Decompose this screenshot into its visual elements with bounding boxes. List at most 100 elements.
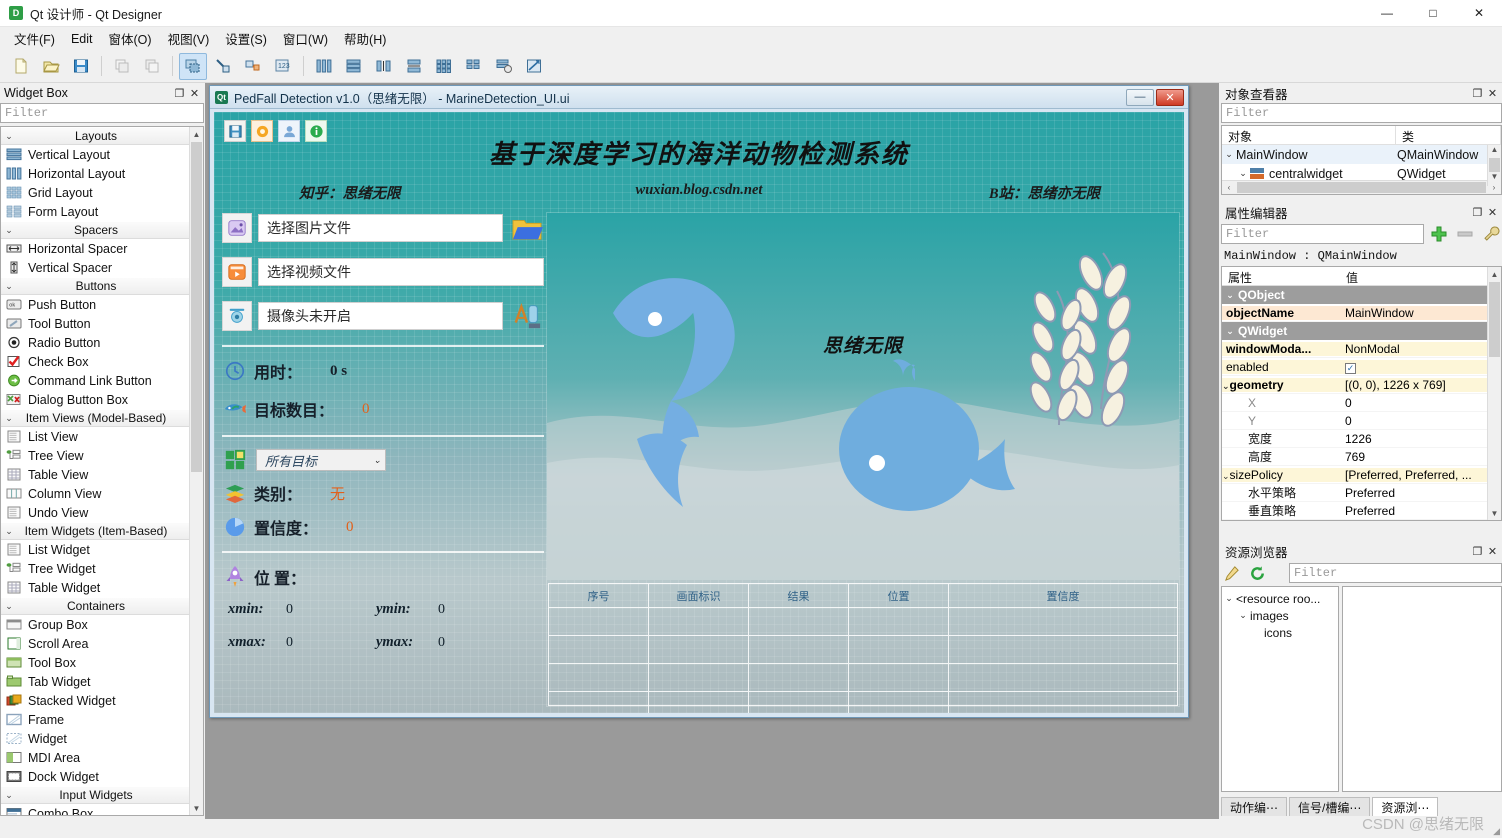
- scroll-up-icon[interactable]: ▲: [1488, 145, 1501, 158]
- widget-item-table-view[interactable]: Table View: [1, 465, 189, 484]
- form-minimize-button[interactable]: —: [1126, 88, 1154, 106]
- table-cell[interactable]: [849, 608, 949, 635]
- widget-item-tree-view[interactable]: Tree View: [1, 446, 189, 465]
- redo-button[interactable]: [138, 53, 166, 80]
- property-row-X[interactable]: X0: [1222, 394, 1487, 412]
- widget-category-containers[interactable]: ⌄ Containers: [1, 597, 189, 615]
- table-cell[interactable]: [849, 636, 949, 663]
- edit-signals-slots-button[interactable]: [209, 53, 237, 80]
- resource-browser-close-icon[interactable]: ✕: [1485, 544, 1500, 559]
- property-row-水平策略[interactable]: 水平策略 Preferred: [1222, 484, 1487, 502]
- widget-box-float-icon[interactable]: ❐: [172, 86, 187, 101]
- scroll-thumb[interactable]: [1489, 282, 1500, 357]
- widget-category-buttons[interactable]: ⌄ Buttons: [1, 277, 189, 295]
- widget-item-column-view[interactable]: Column View: [1, 484, 189, 503]
- widget-item-scroll-area[interactable]: Scroll Area: [1, 634, 189, 653]
- scroll-down-icon[interactable]: ▼: [1488, 506, 1501, 520]
- model-select-icon[interactable]: [510, 300, 544, 332]
- table-cell[interactable]: [749, 692, 849, 713]
- property-row-objectName[interactable]: objectName MainWindow: [1222, 304, 1487, 322]
- wrench-icon[interactable]: [1480, 224, 1502, 244]
- widget-category-input-widgets[interactable]: ⌄ Input Widgets: [1, 786, 189, 804]
- tab-信号/槽编[interactable]: 信号/槽编⋯: [1289, 797, 1371, 816]
- form-close-button[interactable]: ✕: [1156, 88, 1184, 106]
- layout-splitter-v-button[interactable]: [400, 53, 428, 80]
- property-value[interactable]: [(0, 0), 1226 x 769]: [1340, 377, 1487, 392]
- menu-help[interactable]: 帮助(H): [336, 26, 394, 51]
- property-value[interactable]: 0: [1340, 414, 1487, 428]
- result-table[interactable]: 序号 画面标识 结果 位置 置信度: [548, 583, 1178, 713]
- widget-item-stacked-widget[interactable]: Stacked Widget: [1, 691, 189, 710]
- widget-item-horizontal-layout[interactable]: Horizontal Layout: [1, 164, 189, 183]
- table-row[interactable]: [549, 692, 1177, 713]
- widget-item-tree-widget[interactable]: Tree Widget: [1, 559, 189, 578]
- widget-item-tool-button[interactable]: Tool Button: [1, 314, 189, 333]
- table-cell[interactable]: [549, 608, 649, 635]
- object-inspector-hscrollbar[interactable]: ‹ ›: [1222, 180, 1501, 194]
- menu-form[interactable]: 窗体(O): [101, 26, 160, 51]
- table-row[interactable]: [549, 608, 1177, 636]
- property-row-Y[interactable]: Y0: [1222, 412, 1487, 430]
- layout-splitter-h-button[interactable]: [370, 53, 398, 80]
- menu-settings[interactable]: 设置(S): [217, 26, 275, 51]
- object-inspector-tree[interactable]: 对象 类 ⌄ MainWindow QMainWindow ⌄ centralwidge…: [1221, 125, 1502, 195]
- resource-tree[interactable]: ⌄ <resource roo... ⌄ images icons: [1221, 586, 1339, 792]
- table-cell[interactable]: [649, 608, 749, 635]
- tab-动作编[interactable]: 动作编⋯: [1221, 797, 1288, 816]
- reload-icon[interactable]: [1247, 563, 1267, 583]
- scroll-up-icon[interactable]: ▲: [190, 127, 203, 141]
- widget-category-item-views-model-based[interactable]: ⌄ Item Views (Model-Based): [1, 409, 189, 427]
- menu-view[interactable]: 视图(V): [160, 26, 218, 51]
- adjust-size-button[interactable]: [520, 53, 548, 80]
- widget-item-undo-view[interactable]: Undo View: [1, 503, 189, 522]
- table-cell[interactable]: [949, 636, 1177, 663]
- scroll-up-icon[interactable]: ▲: [1488, 267, 1501, 281]
- menu-window[interactable]: 窗口(W): [275, 26, 336, 51]
- widget-box-close-icon[interactable]: ✕: [187, 86, 202, 101]
- table-cell[interactable]: [749, 664, 849, 691]
- table-cell[interactable]: [849, 664, 949, 691]
- widget-item-list-view[interactable]: List View: [1, 427, 189, 446]
- property-value[interactable]: Preferred: [1340, 486, 1487, 500]
- edit-widgets-button[interactable]: [179, 52, 207, 80]
- widget-category-layouts[interactable]: ⌄ Layouts: [1, 127, 189, 145]
- object-inspector-filter-input[interactable]: Filter: [1221, 103, 1502, 123]
- table-cell[interactable]: [549, 692, 649, 713]
- property-editor-close-icon[interactable]: ✕: [1485, 205, 1500, 220]
- table-cell[interactable]: [849, 692, 949, 713]
- scroll-down-icon[interactable]: ▼: [1488, 172, 1501, 185]
- widget-item-dock-widget[interactable]: Dock Widget: [1, 767, 189, 786]
- result-column-2[interactable]: 结果: [749, 584, 849, 607]
- form-window[interactable]: Qt PedFall Detection v1.0（思绪无限） - Marine…: [209, 85, 1189, 718]
- video-file-input[interactable]: 选择视频文件: [258, 258, 544, 286]
- chevron-down-icon[interactable]: ⌄: [1222, 593, 1236, 604]
- table-cell[interactable]: [549, 664, 649, 691]
- property-value[interactable]: NonModal: [1340, 341, 1487, 356]
- design-workspace[interactable]: Qt PedFall Detection v1.0（思绪无限） - Marine…: [205, 83, 1219, 819]
- table-cell[interactable]: [749, 608, 849, 635]
- object-inspector-float-icon[interactable]: ❐: [1470, 86, 1485, 101]
- chevron-down-icon[interactable]: ⌄: [1222, 290, 1238, 301]
- new-form-button[interactable]: [7, 53, 35, 80]
- table-row[interactable]: [549, 636, 1177, 664]
- pencil-icon[interactable]: [1221, 563, 1241, 583]
- table-cell[interactable]: [749, 636, 849, 663]
- widget-item-grid-layout[interactable]: Grid Layout: [1, 183, 189, 202]
- result-column-4[interactable]: 置信度: [949, 584, 1177, 607]
- layout-form-button[interactable]: [460, 53, 488, 80]
- widget-item-combo-box[interactable]: Combo Box: [1, 804, 189, 815]
- scroll-thumb[interactable]: [1237, 182, 1486, 193]
- table-row[interactable]: [549, 664, 1177, 692]
- property-row-sizePolicy[interactable]: ⌄sizePolicy [Preferred, Preferred, ...: [1222, 466, 1487, 484]
- result-column-3[interactable]: 位置: [849, 584, 949, 607]
- widget-item-horizontal-spacer[interactable]: Horizontal Spacer: [1, 239, 189, 258]
- table-cell[interactable]: [949, 664, 1177, 691]
- close-button[interactable]: ✕: [1456, 0, 1502, 27]
- edit-buddies-button[interactable]: [239, 53, 267, 80]
- tab-资源浏[interactable]: 资源浏⋯: [1372, 797, 1439, 816]
- property-editor-filter-input[interactable]: Filter: [1221, 224, 1424, 244]
- widget-item-frame[interactable]: Frame: [1, 710, 189, 729]
- resize-grip-icon[interactable]: ◢: [1493, 826, 1500, 837]
- widget-item-widget[interactable]: Widget: [1, 729, 189, 748]
- break-layout-button[interactable]: [490, 53, 518, 80]
